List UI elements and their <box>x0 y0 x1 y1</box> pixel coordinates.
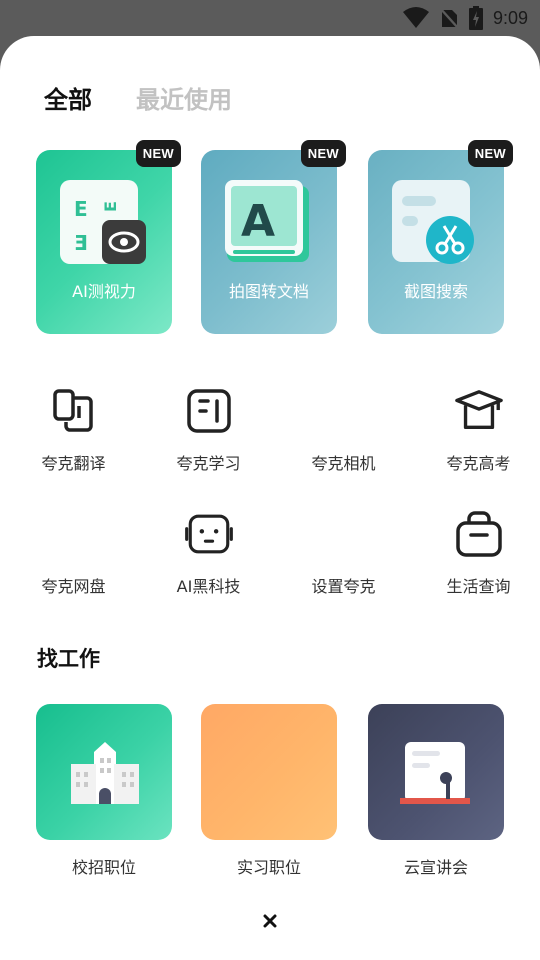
camera-icon <box>319 386 369 436</box>
tool-label: 夸克相机 <box>311 454 376 473</box>
robot-face-icon <box>184 509 234 559</box>
tool-label: 夸克网盘 <box>41 577 106 596</box>
new-badge: NEW <box>135 140 181 167</box>
wifi-icon <box>402 7 429 28</box>
bag-icon <box>454 509 504 559</box>
new-badge: NEW <box>467 140 513 167</box>
status-bar: 9:09 <box>0 0 540 36</box>
tools-panel: 全部 最近使用 E E E AI测视力 NEW A 拍图转文档 NEW 截图搜索… <box>0 36 540 960</box>
svg-text:A: A <box>241 196 275 247</box>
tool-translate[interactable]: 夸克翻译 <box>12 386 135 474</box>
featured-card-photo-to-doc[interactable]: A 拍图转文档 NEW <box>201 140 346 334</box>
close-icon <box>263 914 277 928</box>
svg-text:E: E <box>74 231 88 255</box>
tool-cloud-drive[interactable]: 夸克网盘 <box>12 509 135 597</box>
cloud-drive-icon <box>49 509 99 559</box>
featured-label: 拍图转文档 <box>228 282 309 301</box>
new-badge: NEW <box>300 140 346 167</box>
letter-a-document-icon: A <box>225 180 313 266</box>
featured-label: AI测视力 <box>72 282 136 301</box>
tool-grid-row-2: 夸克网盘 AI黑科技 设置夸克 生活查询 <box>0 509 540 597</box>
job-card-lecture[interactable]: 云宣讲会 <box>368 704 504 877</box>
featured-card-screenshot-search[interactable]: 截图搜索 NEW <box>368 140 513 334</box>
tool-study[interactable]: 夸克学习 <box>147 386 270 474</box>
scissors-search-icon <box>392 180 480 266</box>
featured-label: 截图搜索 <box>403 282 468 301</box>
tool-life-query[interactable]: 生活查询 <box>417 509 540 597</box>
jobs-row: 校招职位 实习职位 云宣讲会 <box>36 704 506 877</box>
lecture-board-icon <box>400 742 470 804</box>
tab-recent[interactable]: 最近使用 <box>136 80 232 115</box>
tab-all[interactable]: 全部 <box>44 80 92 115</box>
jobs-section-title: 找工作 <box>37 647 100 671</box>
close-button[interactable] <box>258 909 282 933</box>
tool-label: 生活查询 <box>446 577 511 596</box>
job-label: 校招职位 <box>71 858 136 877</box>
translate-icon <box>49 386 99 436</box>
tool-label: 设置夸克 <box>311 577 376 596</box>
tool-settings[interactable]: 设置夸克 <box>282 509 405 597</box>
no-sim-icon <box>439 7 459 29</box>
tool-gaokao[interactable]: 夸克高考 <box>417 386 540 474</box>
eye-chart-icon: E E E <box>60 180 148 266</box>
job-label: 云宣讲会 <box>403 858 468 877</box>
tool-camera[interactable]: 夸克相机 <box>282 386 405 474</box>
tool-label: AI黑科技 <box>176 577 241 596</box>
featured-card-eye-test[interactable]: E E E AI测视力 NEW <box>36 140 181 334</box>
graduation-cap-icon <box>454 386 504 436</box>
study-icon <box>184 386 234 436</box>
battery-charging-icon <box>468 6 483 30</box>
internship-icon <box>201 704 337 840</box>
tool-label: 夸克学习 <box>176 454 241 473</box>
tool-label: 夸克高考 <box>446 454 511 473</box>
tab-bar: 全部 最近使用 <box>44 80 232 115</box>
svg-text:E: E <box>101 201 120 212</box>
job-card-campus[interactable]: 校招职位 <box>36 704 172 877</box>
tool-label: 夸克翻译 <box>41 454 106 473</box>
settings-icon <box>319 509 369 559</box>
tool-grid-row-1: 夸克翻译 夸克学习 夸克相机 夸克高考 <box>0 386 540 474</box>
featured-tools: E E E AI测视力 NEW A 拍图转文档 NEW 截图搜索 NEW <box>36 140 513 334</box>
svg-text:E: E <box>74 197 88 221</box>
school-building-icon <box>71 742 139 804</box>
job-card-internship[interactable]: 实习职位 <box>201 704 337 877</box>
clock-time: 9:09 <box>492 7 528 28</box>
job-label: 实习职位 <box>236 858 301 877</box>
tool-ai-tech[interactable]: AI黑科技 <box>147 509 270 597</box>
